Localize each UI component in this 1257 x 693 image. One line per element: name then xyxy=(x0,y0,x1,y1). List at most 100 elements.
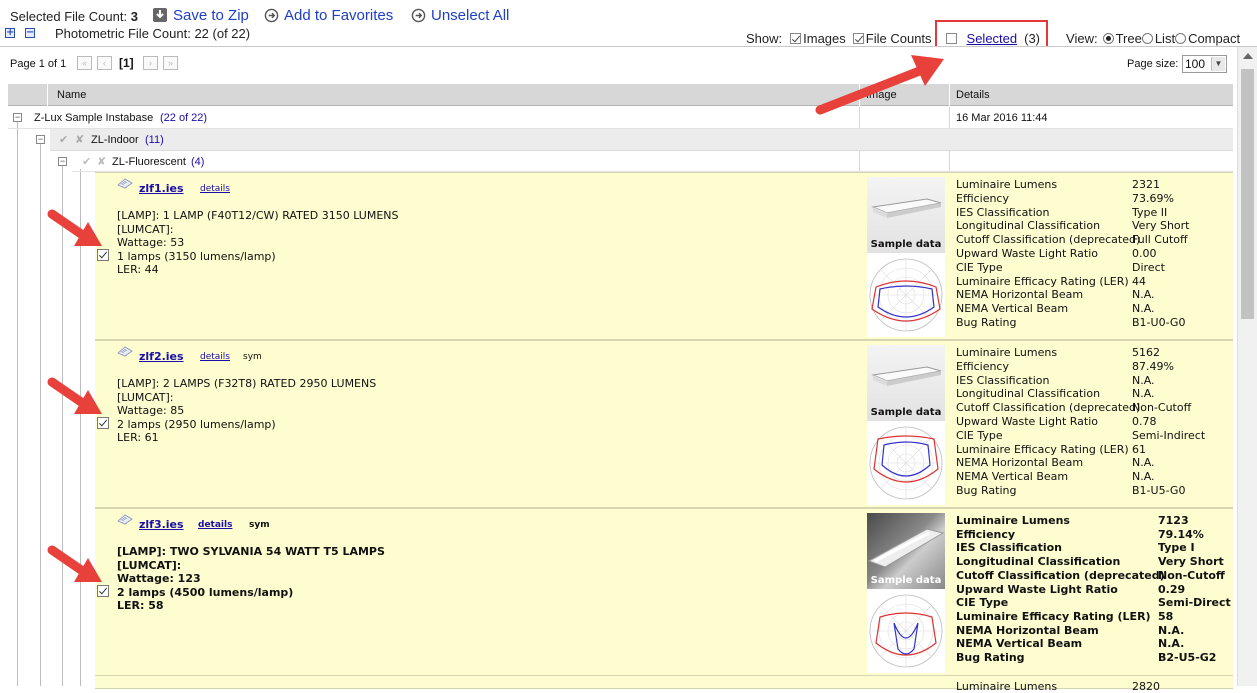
description-line: [LUMCAT]: xyxy=(117,390,174,404)
description-line: LER: 61 xyxy=(117,431,159,444)
file-name-link[interactable]: zlf1.ies xyxy=(139,182,184,195)
check-icon[interactable]: ✔ xyxy=(59,133,68,146)
pager: Page 1 of 1 « ‹ [1] › » Page size: 100 ▼ xyxy=(0,47,1237,83)
prev-page-button[interactable]: ‹ xyxy=(97,56,112,70)
file-name-link[interactable]: zlf2.ies xyxy=(139,350,184,363)
description-line: LER: 58 xyxy=(117,599,164,612)
images-checkbox[interactable] xyxy=(790,32,802,44)
x-icon[interactable]: ✘ xyxy=(75,133,84,146)
sym-label: sym xyxy=(249,520,270,530)
file-row[interactable]: zlf2.ies details sym [LAMP]: 2 LAMPS (F32T8… xyxy=(95,340,1233,508)
expand-all-icon[interactable]: + xyxy=(5,28,15,38)
detail-key: NEMA Vertical Beam xyxy=(956,637,1083,651)
detail-key: NEMA Vertical Beam xyxy=(956,302,1069,316)
luminaire-shape-icon xyxy=(871,366,942,386)
tree-root-row[interactable]: − Z-Lux Sample Instabase (22 of 22) 16 M… xyxy=(8,107,1233,129)
column-details[interactable]: Details xyxy=(956,89,990,101)
details-link[interactable]: details xyxy=(200,184,230,194)
detail-key: NEMA Horizontal Beam xyxy=(956,456,1084,470)
view-list-radio[interactable] xyxy=(1141,32,1153,44)
detail-value: 58 xyxy=(1158,609,1174,623)
view-compact-radio[interactable] xyxy=(1175,32,1187,44)
detail-value: Very Short xyxy=(1132,219,1190,233)
detail-value: 5162 xyxy=(1132,346,1160,359)
annotation-arrow xyxy=(47,209,102,246)
collapse-all-icon[interactable]: − xyxy=(25,28,35,38)
description-line: [LAMP]: 1 LAMP (F40T12/CW) RATED 3150 LU… xyxy=(117,209,399,222)
polar-plot-icon xyxy=(869,258,943,332)
selected-count-label: Selected File Count: xyxy=(10,9,128,24)
image-caption: Sample data xyxy=(870,575,942,586)
luminaire-shape-icon xyxy=(871,198,942,218)
view-tree-radio[interactable] xyxy=(1102,32,1114,44)
detail-key: Upward Waste Light Ratio xyxy=(956,582,1118,596)
detail-value: 7123 xyxy=(1158,514,1189,527)
detail-key: Bug Rating xyxy=(956,316,1017,329)
description-line: 2 lamps (4500 lumens/lamp) xyxy=(117,585,294,599)
detail-key: Upward Waste Light Ratio xyxy=(956,247,1098,260)
tree-indoor-row[interactable]: − ✔ ✘ ZL-Indoor (11) xyxy=(36,129,1233,151)
file-row[interactable]: zlf3.ies details sym [LAMP]: TWO SYLVANIA 5… xyxy=(95,508,1233,676)
collapse-icon[interactable]: − xyxy=(58,157,67,166)
detail-key: Efficiency xyxy=(956,191,1009,205)
detail-value: N.A. xyxy=(1158,637,1185,651)
detail-key: CIE Type xyxy=(956,260,1003,274)
scroll-thumb[interactable] xyxy=(1241,69,1254,319)
detail-key: Luminaire Lumens xyxy=(956,680,1058,693)
description-line: LER: 44 xyxy=(117,263,159,276)
unselect-all-button[interactable]: Unselect All xyxy=(411,6,509,24)
detail-key: Cutoff Classification (deprecated) xyxy=(956,401,1141,415)
indoor-count: (11) xyxy=(145,134,164,146)
collapse-icon[interactable]: − xyxy=(36,135,45,144)
detail-value: N.A. xyxy=(1132,470,1155,484)
detail-value: Direct xyxy=(1132,260,1165,274)
image-caption: Sample data xyxy=(870,239,942,250)
detail-value: N.A. xyxy=(1132,288,1155,302)
file-description: [LAMP]: 1 LAMP (F40T12/CW) RATED 3150 LU… xyxy=(117,209,399,277)
file-row[interactable]: zlf1.ies details [LAMP]: 1 LAMP (F40T12/CW… xyxy=(95,172,1233,340)
fluorescent-label: ZL-Fluorescent xyxy=(112,156,186,168)
detail-key: Efficiency xyxy=(956,527,1016,541)
selected-count-value: 3 xyxy=(130,9,138,24)
detail-key: Upward Waste Light Ratio xyxy=(956,415,1098,428)
check-icon[interactable]: ✔ xyxy=(82,155,91,168)
first-page-button[interactable]: « xyxy=(77,56,92,70)
sym-label: sym xyxy=(243,352,262,362)
detail-value: 61 xyxy=(1132,442,1146,456)
detail-key: Bug Rating xyxy=(956,651,1025,664)
next-page-button[interactable]: › xyxy=(143,56,158,70)
unselect-all-label: Unselect All xyxy=(431,6,510,24)
detail-value: Semi-Direct xyxy=(1158,596,1231,610)
add-to-favorites-label: Add to Favorites xyxy=(284,6,394,24)
current-page[interactable]: [1] xyxy=(119,56,134,70)
page-size-select[interactable]: 100 ▼ xyxy=(1182,55,1227,73)
x-icon[interactable]: ✘ xyxy=(97,155,106,168)
detail-key: Luminaire Lumens xyxy=(956,178,1058,191)
detail-value: 73.69% xyxy=(1132,191,1174,205)
scroll-up-icon[interactable] xyxy=(1243,53,1253,59)
file-row-partial[interactable]: Luminaire Lumens 2820 xyxy=(95,675,1233,693)
details-link[interactable]: details xyxy=(200,352,230,362)
detail-value: Non-Cutoff xyxy=(1132,401,1192,415)
collapse-icon[interactable]: − xyxy=(13,113,22,122)
detail-key: IES Classification xyxy=(956,541,1063,555)
file-name-link[interactable]: zlf3.ies xyxy=(139,518,184,531)
detail-value: 0.29 xyxy=(1158,582,1186,596)
last-page-button[interactable]: » xyxy=(163,56,178,70)
file-counts-checkbox[interactable] xyxy=(852,32,864,44)
save-to-zip-button[interactable]: Save to Zip xyxy=(152,6,249,24)
detail-value: B1-U5-G0 xyxy=(1132,484,1186,497)
tree-fluorescent-row[interactable]: − ✔ ✘ ZL-Fluorescent (4) xyxy=(58,151,1233,172)
detail-key: CIE Type xyxy=(956,428,1003,442)
view-tree-label: Tree xyxy=(1115,30,1142,46)
file-icon xyxy=(117,346,133,357)
add-to-favorites-button[interactable]: Add to Favorites xyxy=(264,6,393,24)
vertical-scrollbar[interactable] xyxy=(1237,47,1257,686)
details-link[interactable]: details xyxy=(198,520,232,530)
detail-key: Efficiency xyxy=(956,359,1009,373)
detail-key: CIE Type xyxy=(956,596,1009,610)
detail-value: N.A. xyxy=(1132,456,1155,470)
detail-value: 0.78 xyxy=(1132,415,1157,428)
luminaire-thumbnail: Sample data xyxy=(867,177,945,337)
column-name[interactable]: Name xyxy=(57,89,86,101)
